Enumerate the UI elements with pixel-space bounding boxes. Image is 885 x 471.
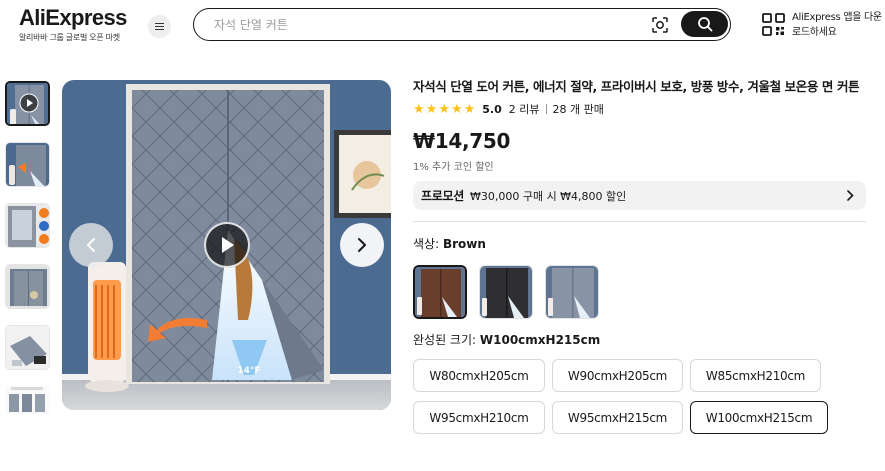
promotion-banner[interactable]: 프로모션 ₩30,000 구매 시 ₩4,800 할인: [413, 181, 866, 210]
star-icon: ★: [425, 101, 438, 117]
swatch-image: [415, 267, 465, 317]
thumbnail-video[interactable]: [5, 81, 50, 126]
star-icon: ★: [413, 101, 425, 117]
camera-search-icon[interactable]: [651, 16, 669, 34]
thumbnail-5[interactable]: [5, 325, 50, 370]
star-icon: ★: [438, 101, 450, 117]
chevron-right-icon: [847, 190, 854, 201]
play-video-button[interactable]: [204, 222, 250, 268]
size-label: 완성된 크기: W100cmxH215cm: [413, 333, 866, 347]
thumbnail-4[interactable]: [5, 264, 50, 309]
thumbnail-list: [5, 81, 50, 414]
chevron-right-icon: [358, 238, 366, 252]
color-swatch-grey[interactable]: [545, 265, 599, 319]
chevron-left-icon: [87, 238, 95, 252]
selected-color: Brown: [442, 237, 486, 251]
size-option[interactable]: W90cmxH205cm: [552, 359, 683, 392]
selected-size: W100cmxH215cm: [479, 333, 601, 347]
aliexpress-logo[interactable]: AliExpress 알리바바 그룹 글로벌 오픈 마켓: [19, 5, 127, 43]
thumbnail-image: [6, 143, 49, 186]
thumbnail-image: [6, 265, 49, 308]
promotion-text: ₩30,000 구매 시 ₩4,800 할인: [469, 189, 627, 203]
app-download-text[interactable]: AliExpress 앱을 다운로드하세요: [792, 10, 884, 40]
size-option[interactable]: W95cmxH215cm: [552, 401, 683, 434]
search-icon: [697, 17, 712, 32]
temperature-label: 14°F: [237, 366, 260, 376]
menu-button[interactable]: [148, 15, 171, 38]
product-title: 자석식 단열 도어 커튼, 에너지 절약, 프라이버시 보호, 방풍 방수, 겨…: [413, 79, 860, 94]
swatch-image: [546, 266, 598, 318]
rating-row[interactable]: ★ ★ ★ ★ ★ 5.0 2 리뷰 28 개 판매: [413, 101, 866, 117]
thumbnail-2[interactable]: [5, 142, 50, 187]
color-label-text: 색상:: [413, 237, 440, 251]
star-icon: ★: [463, 101, 476, 117]
color-label: 색상: Brown: [413, 237, 866, 251]
size-option[interactable]: W95cmxH210cm: [413, 401, 545, 434]
size-label-text: 완성된 크기:: [413, 333, 477, 347]
thumbnail-6[interactable]: [5, 386, 50, 414]
sold-count: 28 개 판매: [552, 103, 604, 116]
promotion-label: 프로모션: [421, 189, 464, 203]
star-icon: ★: [450, 101, 463, 117]
thumbnail-image: [5, 386, 50, 414]
size-option-selected[interactable]: W100cmxH215cm: [690, 401, 828, 434]
swatch-image: [480, 266, 532, 318]
search-input[interactable]: [214, 15, 644, 34]
review-count[interactable]: 2 리뷰: [509, 101, 540, 117]
color-swatch-brown[interactable]: [413, 265, 467, 319]
size-option[interactable]: W80cmxH205cm: [413, 359, 545, 392]
rating-score: 5.0: [482, 102, 502, 116]
main-product-image[interactable]: 14°F: [62, 80, 391, 410]
star-rating: ★ ★ ★ ★ ★: [413, 103, 475, 116]
search-button[interactable]: [681, 11, 728, 37]
size-options: W80cmxH205cm W90cmxH205cm W85cmxH210cm W…: [413, 359, 866, 434]
thumbnail-image: [6, 326, 49, 369]
play-icon: [222, 237, 234, 253]
search-bar: [193, 8, 731, 41]
separator: [545, 104, 547, 114]
thumbnail-image: [6, 204, 49, 247]
prev-image-button[interactable]: [69, 223, 113, 267]
hamburger-menu-icon: [155, 25, 164, 28]
size-option[interactable]: W85cmxH210cm: [690, 359, 821, 392]
product-price: ₩14,750: [413, 129, 511, 153]
thumbnail-3[interactable]: [5, 203, 50, 248]
logo-wordmark: AliExpress: [19, 5, 127, 30]
color-swatches: [413, 265, 866, 319]
next-image-button[interactable]: [340, 223, 384, 267]
color-swatch-black[interactable]: [479, 265, 533, 319]
thumbnail-image: [7, 83, 48, 124]
product-info-panel: 자석식 단열 도어 커튼, 에너지 절약, 프라이버시 보호, 방풍 방수, 겨…: [413, 78, 866, 434]
qr-code-icon[interactable]: [762, 13, 785, 36]
divider: [413, 221, 866, 222]
coin-discount: 1% 추가 코인 할인: [413, 162, 494, 173]
logo-subtitle: 알리바바 그룹 글로벌 오픈 마켓: [19, 33, 120, 42]
product-page: AliExpress 알리바바 그룹 글로벌 오픈 마켓 AliExpress …: [0, 0, 885, 471]
